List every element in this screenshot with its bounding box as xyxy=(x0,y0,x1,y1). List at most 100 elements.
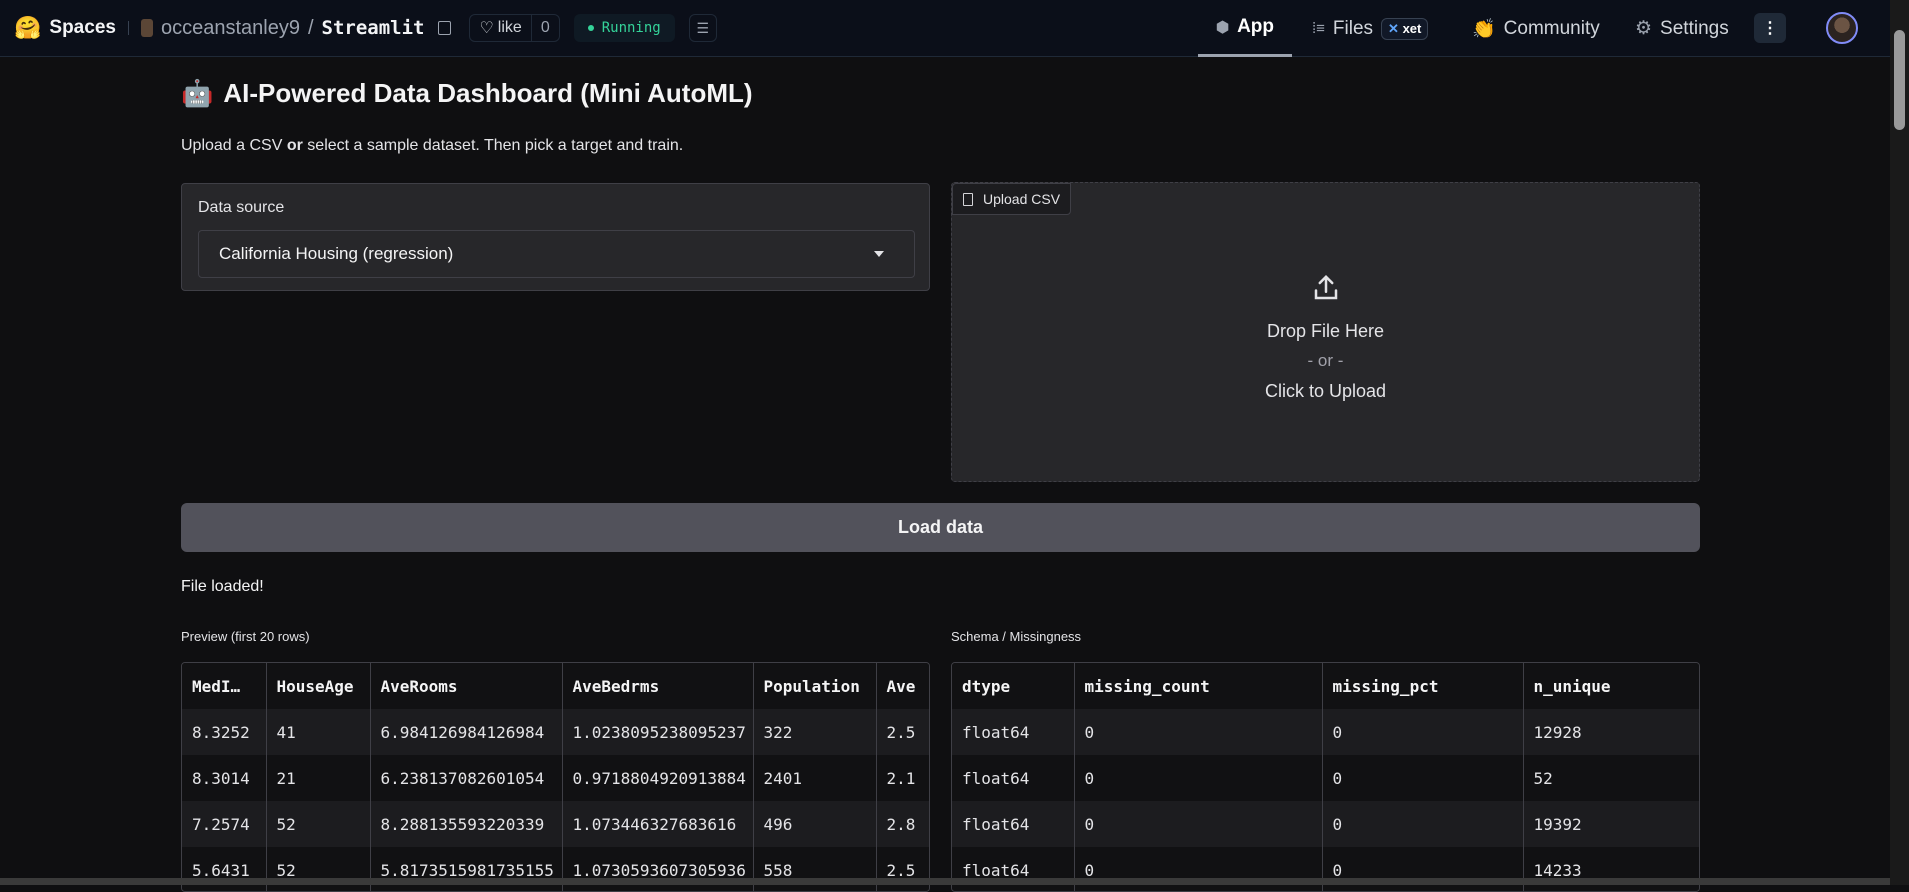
table-cell[interactable]: 19392 xyxy=(1523,801,1699,847)
vertical-scrollbar[interactable] xyxy=(1890,0,1909,885)
table-cell[interactable]: 0 xyxy=(1074,847,1323,891)
table-cell[interactable]: float64 xyxy=(952,755,1075,801)
user-avatar[interactable] xyxy=(1826,12,1858,44)
table-cell[interactable]: 6.984126984126984 xyxy=(370,709,563,755)
table-cell[interactable]: 12928 xyxy=(1523,709,1699,755)
table-row: 7.2574 52 8.288135593220339 1.0734463276836… xyxy=(182,801,929,847)
click-to-upload-text[interactable]: Click to Upload xyxy=(952,376,1699,406)
tab-app[interactable]: ⬢ App xyxy=(1198,0,1292,57)
tab-settings[interactable]: ⚙ Settings xyxy=(1635,0,1729,57)
clap-icon: 👏 xyxy=(1472,18,1496,40)
data-source-dropdown[interactable]: California Housing (regression) xyxy=(198,230,915,278)
column-header[interactable]: n_unique xyxy=(1523,663,1699,709)
preview-table[interactable]: MedI… HouseAge AveRooms AveBedrms Population… xyxy=(181,662,930,892)
tab-files[interactable]: ⁞≡ Files ✕ xet xyxy=(1312,0,1429,57)
logs-icon[interactable]: ☰ xyxy=(688,14,717,42)
horizontal-scrollbar[interactable] xyxy=(0,878,1890,885)
owner-link[interactable]: occeanstanley9 xyxy=(161,17,300,40)
table-cell[interactable]: 0.9718804920913884 xyxy=(562,755,754,801)
column-header[interactable]: missing_pct xyxy=(1322,663,1524,709)
table-cell[interactable]: 14233 xyxy=(1523,847,1699,891)
like-label: like xyxy=(497,19,522,36)
table-cell[interactable]: 0 xyxy=(1322,709,1524,755)
table-row: 8.3014 21 6.238137082601054 0.9718804920913… xyxy=(182,755,929,801)
table-cell[interactable]: float64 xyxy=(952,801,1075,847)
tab-files-label: Files xyxy=(1332,17,1374,39)
status-badge[interactable]: Running xyxy=(573,14,675,42)
upload-label-text: Upload CSV xyxy=(983,191,1061,207)
table-cell[interactable]: 6.238137082601054 xyxy=(370,755,563,801)
table-cell[interactable]: 0 xyxy=(1074,709,1323,755)
like-button[interactable]: ♡ like 0 xyxy=(469,14,560,42)
subtitle-bold: or xyxy=(286,137,303,154)
tab-community[interactable]: 👏 Community xyxy=(1472,0,1600,57)
table-cell[interactable]: 0 xyxy=(1074,801,1323,847)
table-cell[interactable]: 8.3014 xyxy=(182,755,267,801)
table-cell[interactable]: 52 xyxy=(266,847,371,891)
table-cell[interactable]: 5.6431 xyxy=(182,847,267,891)
table-cell[interactable]: 1.0730593607305936 xyxy=(562,847,754,891)
table-cell[interactable]: 1.0238095238095237 xyxy=(562,709,754,755)
column-header[interactable]: missing_count xyxy=(1074,663,1323,709)
column-header[interactable]: HouseAge xyxy=(266,663,371,709)
file-icon xyxy=(963,192,973,206)
scrollbar-thumb[interactable] xyxy=(1894,30,1905,130)
column-header[interactable]: dtype xyxy=(952,663,1075,709)
page-title-text: AI-Powered Data Dashboard (Mini AutoML) xyxy=(223,78,753,108)
column-header[interactable]: Ave xyxy=(876,663,929,709)
upload-icon xyxy=(1314,274,1337,300)
table-cell[interactable]: 496 xyxy=(753,801,877,847)
status-message: File loaded! xyxy=(181,578,264,595)
table-cell[interactable]: 8.288135593220339 xyxy=(370,801,563,847)
status-text: Running xyxy=(601,20,661,36)
copy-icon[interactable] xyxy=(438,21,452,35)
table-cell[interactable]: 2.1 xyxy=(876,755,929,801)
table-cell[interactable]: float64 xyxy=(952,847,1075,891)
table-cell[interactable]: 52 xyxy=(1523,755,1699,801)
column-header[interactable]: MedI… xyxy=(182,663,267,709)
table-cell[interactable]: 0 xyxy=(1074,755,1323,801)
column-header[interactable]: AveBedrms xyxy=(562,663,754,709)
table-cell[interactable]: 322 xyxy=(753,709,877,755)
table-cell[interactable]: 41 xyxy=(266,709,371,755)
load-data-button[interactable]: Load data xyxy=(181,503,1700,552)
table-cell[interactable]: 8.3252 xyxy=(182,709,267,755)
subtitle-part: select a sample dataset. Then pick a tar… xyxy=(302,137,684,154)
table-cell[interactable]: 1.073446327683616 xyxy=(562,801,754,847)
preview-label: Preview (first 20 rows) xyxy=(181,629,310,644)
column-header[interactable]: Population xyxy=(753,663,877,709)
table-cell[interactable]: 21 xyxy=(266,755,371,801)
repo-link[interactable]: Streamlit xyxy=(322,17,425,39)
like-count: 0 xyxy=(530,15,559,41)
hugging-face-logo-icon[interactable]: 🤗 xyxy=(14,15,41,41)
schema-table[interactable]: dtype missing_count missing_pct n_uniqueflo… xyxy=(951,662,1700,892)
robot-icon: 🤖 xyxy=(181,78,214,108)
column-header[interactable]: AveRooms xyxy=(370,663,563,709)
table-cell[interactable]: 7.2574 xyxy=(182,801,267,847)
tab-settings-label: Settings xyxy=(1660,17,1729,39)
table-row: float64 0 0 14233 xyxy=(952,847,1699,891)
table-row: 5.6431 52 5.8173515981735155 1.073059360730… xyxy=(182,847,929,891)
status-dot-icon xyxy=(587,25,594,31)
table-cell[interactable]: 2.5 xyxy=(876,709,929,755)
spaces-link[interactable]: Spaces xyxy=(49,17,116,39)
upload-csv-dropzone[interactable]: Upload CSV Drop File Here - or - Click t… xyxy=(951,182,1700,482)
table-cell[interactable]: 0 xyxy=(1322,847,1524,891)
table-cell[interactable]: 5.8173515981735155 xyxy=(370,847,563,891)
table-cell[interactable]: 0 xyxy=(1322,801,1524,847)
table-cell[interactable]: 558 xyxy=(753,847,877,891)
files-icon: ⁞≡ xyxy=(1312,20,1325,37)
table-cell[interactable]: 2.8 xyxy=(876,801,929,847)
table-row: float64 0 0 52 xyxy=(952,755,1699,801)
table-cell[interactable]: 2401 xyxy=(753,755,877,801)
table-cell[interactable]: float64 xyxy=(952,709,1075,755)
table-cell[interactable]: 52 xyxy=(266,801,371,847)
table-cell[interactable]: 2.5 xyxy=(876,847,929,891)
or-text: - or - xyxy=(1307,351,1344,370)
more-options-button[interactable]: ⋮ xyxy=(1754,13,1786,43)
table-cell[interactable]: 0 xyxy=(1322,755,1524,801)
owner-avatar xyxy=(140,19,153,37)
gear-icon: ⚙ xyxy=(1635,18,1653,39)
page-title: 🤖 AI-Powered Data Dashboard (Mini AutoML) xyxy=(181,78,753,109)
table-row: 8.3252 41 6.984126984126984 1.0238095238095… xyxy=(182,709,929,755)
